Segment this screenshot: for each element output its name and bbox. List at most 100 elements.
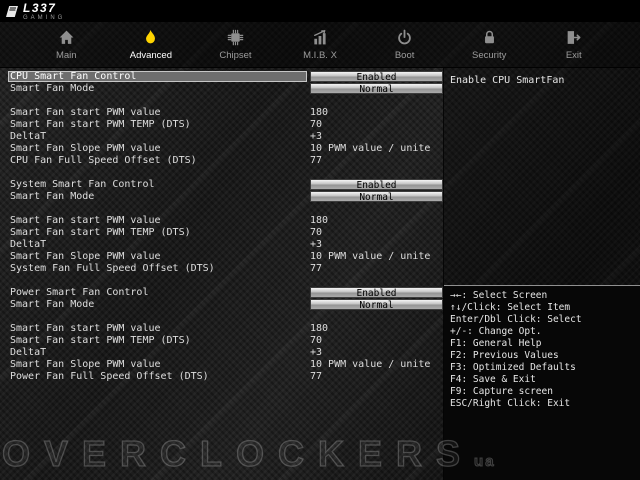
power-icon	[396, 29, 413, 47]
setting-row: System Smart Fan Control Enabled	[8, 178, 443, 191]
lock-icon	[481, 29, 498, 47]
setting-row: Smart Fan start PWM TEMP (DTS) 70	[8, 226, 443, 238]
chip-icon	[227, 29, 244, 47]
key-hint: F1: General Help	[450, 338, 542, 349]
setting-value[interactable]: Normal	[310, 82, 443, 95]
setting-label: Smart Fan start PWM value	[10, 106, 161, 118]
setting-label: CPU Smart Fan Control	[8, 70, 307, 82]
setting-row: DeltaT +3	[8, 346, 443, 358]
setting-row: Smart Fan Slope PWM value 10 PWM value /…	[8, 250, 443, 262]
setting-label: DeltaT	[10, 130, 47, 142]
setting-label: Power Smart Fan Control	[10, 286, 149, 298]
key-hint: →←: Select Screen	[450, 290, 548, 301]
setting-value[interactable]: 77	[310, 371, 322, 382]
top-logo-bar: L337 GAMING	[0, 0, 640, 22]
tab-chipset[interactable]: Chipset	[193, 22, 278, 67]
setting-value[interactable]: +3	[310, 239, 322, 250]
setting-row: Smart Fan start PWM value 180	[8, 106, 443, 118]
setting-value[interactable]: 77	[310, 263, 322, 274]
setting-value[interactable]: Normal	[310, 298, 443, 311]
row-spacer	[8, 202, 443, 214]
row-spacer	[8, 274, 443, 286]
setting-value[interactable]: 70	[310, 227, 322, 238]
bios-screen: L337 GAMING Main Advanced Chipset M.I.B.…	[0, 0, 640, 480]
tab-security[interactable]: Security	[447, 22, 532, 67]
setting-label: DeltaT	[10, 346, 47, 358]
setting-value[interactable]: 10 PWM value / unite	[310, 143, 430, 154]
setting-value[interactable]: 180	[310, 107, 328, 118]
setting-row: Smart Fan Slope PWM value 10 PWM value /…	[8, 142, 443, 154]
setting-label: Smart Fan start PWM TEMP (DTS)	[10, 226, 191, 238]
setting-value[interactable]: Enabled	[310, 178, 443, 191]
setting-row: Power Smart Fan Control Enabled	[8, 286, 443, 299]
row-spacer	[8, 166, 443, 178]
row-spacer	[8, 310, 443, 322]
setting-label: DeltaT	[10, 238, 47, 250]
item-help-text: Enable CPU SmartFan	[450, 75, 565, 86]
setting-value[interactable]: 70	[310, 119, 322, 130]
setting-label: Smart Fan Mode	[10, 190, 95, 202]
setting-label: Smart Fan Mode	[10, 82, 95, 94]
setting-label: Smart Fan start PWM value	[10, 214, 161, 226]
flame-icon	[142, 29, 159, 47]
setting-value[interactable]: 77	[310, 155, 322, 166]
setting-row: Smart Fan Slope PWM value 10 PWM value /…	[8, 358, 443, 370]
setting-label: Smart Fan Slope PWM value	[10, 250, 161, 262]
key-hint: F2: Previous Values	[450, 350, 559, 361]
tab-label: Exit	[565, 49, 582, 61]
exit-icon	[565, 29, 582, 47]
setting-row: CPU Smart Fan Control Enabled	[8, 70, 443, 83]
tab-main[interactable]: Main	[24, 22, 109, 67]
setting-label: Smart Fan Mode	[10, 298, 95, 310]
setting-value[interactable]: Enabled	[310, 70, 443, 83]
setting-value[interactable]: +3	[310, 347, 322, 358]
setting-value[interactable]: 180	[310, 215, 328, 226]
setting-label: Smart Fan start PWM TEMP (DTS)	[10, 334, 191, 346]
key-hint: ↑↓/Click: Select Item	[450, 302, 571, 313]
setting-row: Smart Fan start PWM value 180	[8, 214, 443, 226]
setting-row: DeltaT +3	[8, 238, 443, 250]
tab-label: Boot	[394, 49, 415, 61]
logo-flag-icon	[5, 5, 19, 18]
setting-value[interactable]: 70	[310, 335, 322, 346]
tab-m-i-b-x[interactable]: M.I.B. X	[278, 22, 363, 67]
row-spacer	[8, 94, 443, 106]
help-panel: Enable CPU SmartFan →←: Select Screen ↑↓/…	[443, 68, 640, 480]
setting-label: Power Fan Full Speed Offset (DTS)	[10, 370, 209, 382]
setting-label: System Fan Full Speed Offset (DTS)	[10, 262, 215, 274]
key-hint: F4: Save & Exit	[450, 374, 536, 385]
setting-value[interactable]: 10 PWM value / unite	[310, 251, 430, 262]
tab-label: Chipset	[219, 49, 252, 61]
setting-label: Smart Fan start PWM TEMP (DTS)	[10, 118, 191, 130]
setting-row: System Fan Full Speed Offset (DTS) 77	[8, 262, 443, 274]
key-hint: ESC/Right Click: Exit	[450, 398, 571, 409]
key-hint: Enter/Dbl Click: Select	[450, 314, 582, 325]
setting-value[interactable]: 10 PWM value / unite	[310, 359, 430, 370]
key-hint: F9: Capture screen	[450, 386, 553, 397]
setting-label: CPU Fan Full Speed Offset (DTS)	[10, 154, 197, 166]
tab-label: Advanced	[129, 49, 172, 61]
chart-icon	[312, 29, 329, 47]
tab-exit[interactable]: Exit	[531, 22, 616, 67]
tab-boot[interactable]: Boot	[362, 22, 447, 67]
tab-advanced[interactable]: Advanced	[109, 22, 194, 67]
key-hint: +/-: Change Opt.	[450, 326, 542, 337]
setting-value[interactable]: Normal	[310, 190, 443, 203]
home-icon	[58, 29, 75, 47]
setting-value[interactable]: +3	[310, 131, 322, 142]
setting-label: Smart Fan Slope PWM value	[10, 142, 161, 154]
setting-value[interactable]: 180	[310, 323, 328, 334]
setting-label: Smart Fan Slope PWM value	[10, 358, 161, 370]
settings-list: CPU Smart Fan Control Enabled Smart Fan …	[0, 68, 443, 382]
setting-label: System Smart Fan Control	[10, 178, 155, 190]
setting-row: Smart Fan Mode Normal	[8, 82, 443, 95]
logo-brand: L337	[23, 0, 57, 15]
setting-row: CPU Fan Full Speed Offset (DTS) 77	[8, 154, 443, 166]
setting-row: Power Fan Full Speed Offset (DTS) 77	[8, 370, 443, 382]
menu-bar: Main Advanced Chipset M.I.B. X Boot Secu…	[0, 22, 640, 68]
tab-label: Main	[55, 49, 77, 61]
logo-tagline: GAMING	[23, 14, 66, 21]
setting-value[interactable]: Enabled	[310, 286, 443, 299]
setting-row: Smart Fan Mode Normal	[8, 190, 443, 203]
settings-panel: CPU Smart Fan Control Enabled Smart Fan …	[0, 68, 443, 480]
